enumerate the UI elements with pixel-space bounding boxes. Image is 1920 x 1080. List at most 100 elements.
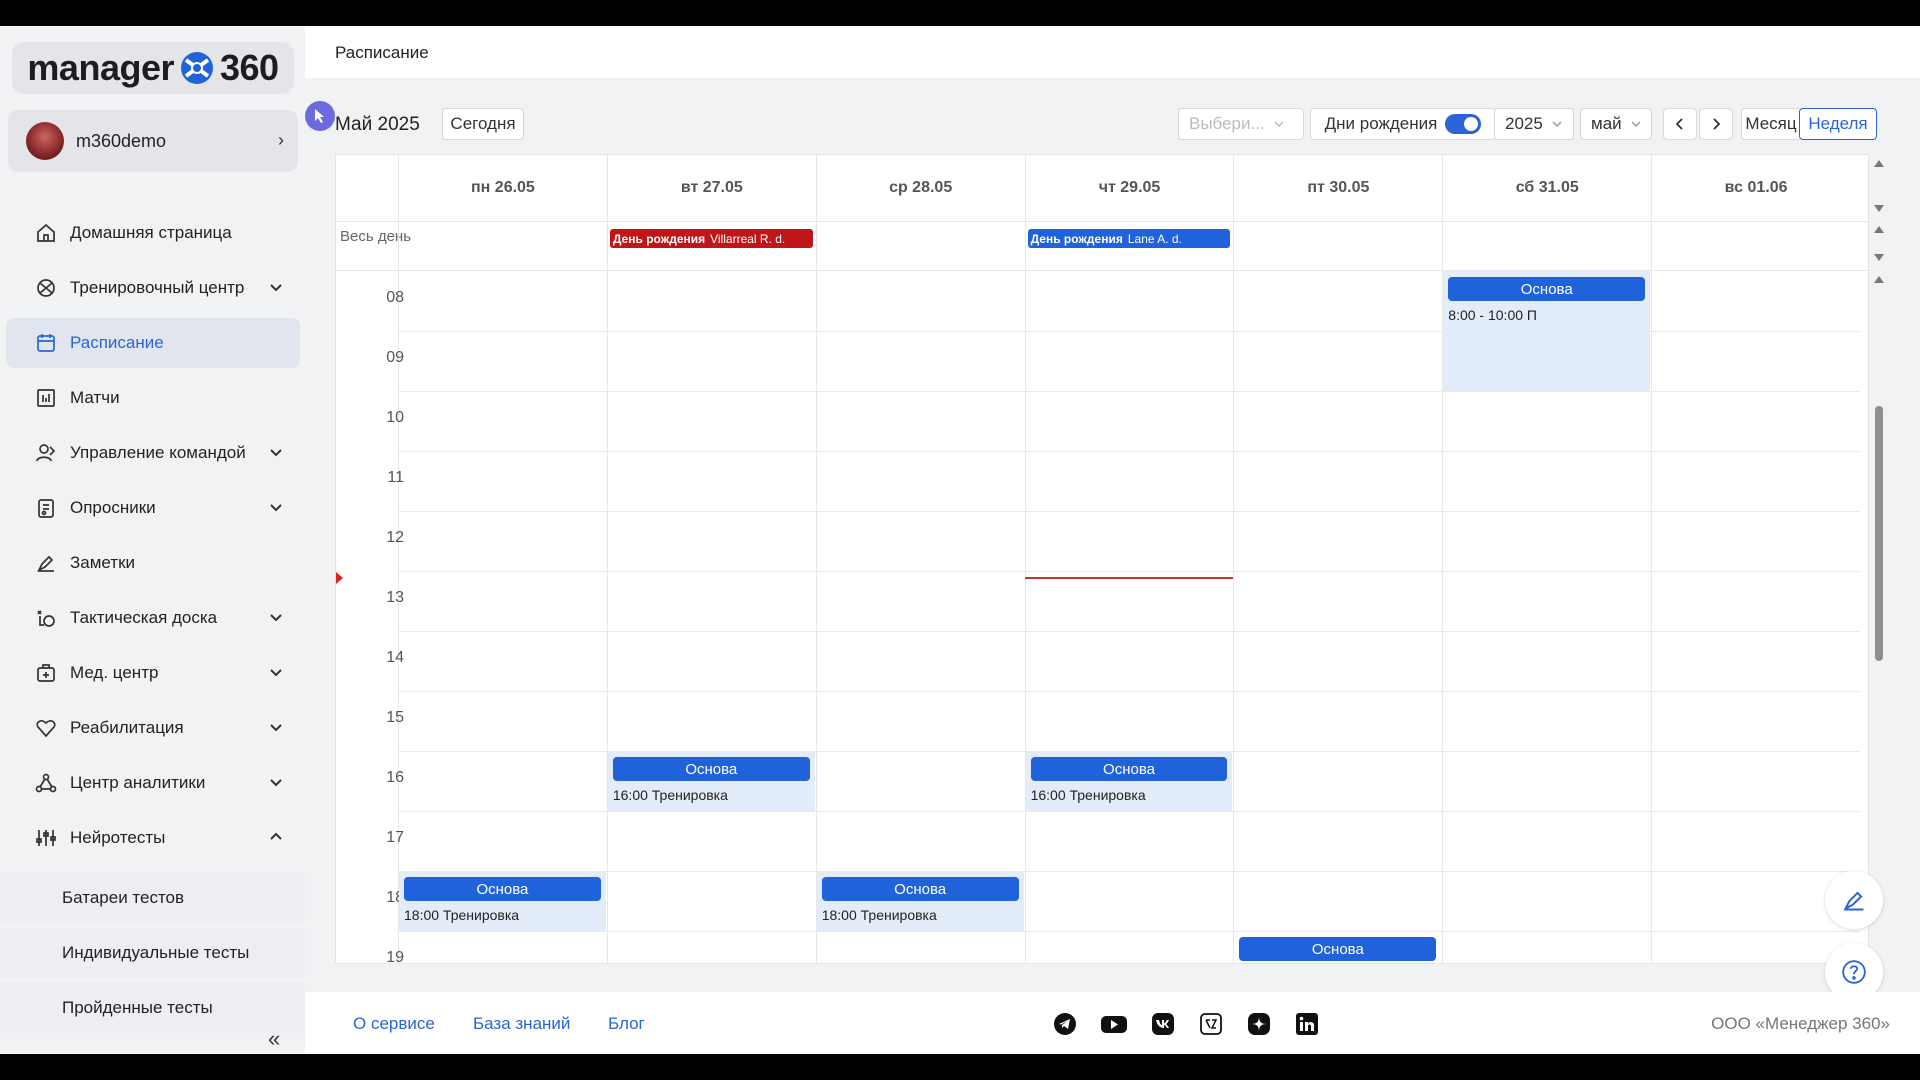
nav-item-notes[interactable]: Заметки [6, 538, 300, 588]
day-header[interactable]: пт 30.05 [1233, 155, 1442, 221]
scroll-up-icon[interactable] [1874, 160, 1884, 167]
birthdays-label: Дни рождения [1324, 114, 1438, 133]
medkit-icon [34, 661, 58, 685]
app-screen: manager 360 m360demo › Домашняя страница… [0, 26, 1920, 1054]
nav-item-neurotests[interactable]: Нейротесты [6, 813, 300, 863]
hour-label: 09 [386, 349, 404, 366]
edit-fab-button[interactable] [1825, 871, 1883, 929]
subnav-label: Батареи тестов [62, 888, 185, 907]
team-select[interactable]: Выбери... [1178, 108, 1304, 140]
linkedin-icon[interactable] [1295, 1012, 1319, 1036]
scroll-up-icon[interactable] [1874, 226, 1884, 233]
current-month-title: Май 2025 [335, 114, 420, 135]
day-header[interactable]: вт 27.05 [606, 155, 816, 221]
calendar-scrollbar[interactable] [1875, 406, 1883, 661]
view-week-button[interactable]: Неделя [1799, 108, 1877, 140]
hour-gridline [398, 511, 1861, 512]
day-header[interactable]: вс 01.06 [1651, 155, 1860, 221]
nav-item-matches[interactable]: Матчи [6, 373, 300, 423]
tactics-icon [34, 606, 58, 630]
footer-link-knowledge-base[interactable]: База знаний [473, 1014, 570, 1034]
event-title[interactable]: Основа [1030, 757, 1228, 781]
yandex-zen-icon[interactable] [1199, 1012, 1223, 1036]
event-title[interactable]: Основа [612, 757, 810, 781]
nav-item-tactics-board[interactable]: Тактическая доска [6, 593, 300, 643]
birthday-event[interactable]: День рождения Villarreal R. d. [609, 229, 813, 248]
event-title[interactable]: Основа [404, 877, 601, 901]
prev-button[interactable] [1663, 108, 1697, 140]
heart-icon [34, 716, 58, 740]
chevron-right-icon [1713, 118, 1721, 130]
day-header[interactable]: сб 31.05 [1442, 155, 1651, 221]
today-button[interactable]: Сегодня [442, 108, 524, 140]
next-button[interactable] [1699, 108, 1733, 140]
view-month-button[interactable]: Месяц [1741, 108, 1801, 140]
collapse-sidebar-icon[interactable]: « [268, 1026, 280, 1052]
nav-label: Заметки [70, 553, 136, 572]
logo[interactable]: manager 360 [12, 42, 294, 94]
chevron-down-icon [270, 449, 282, 457]
user-menu[interactable]: m360demo › [8, 110, 298, 172]
nav-label: Домашняя страница [70, 223, 232, 242]
day-header[interactable]: пн 26.05 [398, 155, 607, 221]
month-select[interactable]: май [1580, 108, 1652, 140]
hour-label: 11 [387, 469, 404, 486]
nav-item-team-management[interactable]: Управление командой [6, 428, 300, 478]
logo-text-left: manager [27, 47, 174, 88]
footer-link-blog[interactable]: Блог [608, 1014, 645, 1034]
telegram-icon[interactable] [1053, 1012, 1077, 1036]
nav-label: Реабилитация [70, 718, 184, 737]
year-value: 2025 [1505, 114, 1543, 133]
avatar [26, 122, 64, 160]
dzen-star-icon[interactable] [1247, 1012, 1271, 1036]
hour-gridline [398, 871, 1861, 872]
vk-icon[interactable] [1151, 1012, 1175, 1036]
pen-icon [34, 551, 58, 575]
nav-label: Расписание [70, 333, 164, 352]
month-value: май [1591, 114, 1622, 133]
chevron-down-icon [1631, 121, 1641, 128]
event-time: 8:00 - 10:00 П [1448, 307, 1537, 323]
birthday-name: Villarreal R. d. [710, 231, 786, 246]
event-title[interactable]: Основа [1448, 277, 1646, 301]
subnav-item-individual-tests[interactable]: Индивидуальные тесты [0, 928, 305, 978]
hour-label: 08 [386, 289, 404, 306]
calendar-icon [34, 331, 58, 355]
nav-label: Мед. центр [70, 663, 159, 682]
hour-gridline [398, 391, 1861, 392]
birthdays-toggle[interactable]: Дни рождения [1310, 108, 1496, 140]
hour-gridline [398, 451, 1861, 452]
question-icon [1842, 960, 1866, 984]
nav-item-training-center[interactable]: Тренировочный центр [6, 263, 300, 313]
current-time-marker-icon [336, 572, 343, 584]
youtube-icon[interactable] [1100, 1012, 1128, 1036]
nav-item-schedule[interactable]: Расписание [6, 318, 300, 368]
event-title[interactable]: Основа [1239, 937, 1437, 961]
nav-item-home[interactable]: Домашняя страница [6, 208, 300, 258]
day-column-divider [1024, 221, 1026, 963]
nav-item-analytics-center[interactable]: Центр аналитики [6, 758, 300, 808]
birthday-label: День рождения [612, 231, 706, 246]
subnav-item-test-batteries[interactable]: Батареи тестов [0, 873, 305, 923]
user-name: m360demo [76, 130, 167, 151]
year-select[interactable]: 2025 [1494, 108, 1574, 140]
birthdays-switch[interactable] [1445, 114, 1482, 134]
nav-label: Центр аналитики [70, 773, 206, 792]
chevron-down-icon [270, 284, 282, 292]
subnav-item-completed-tests[interactable]: Пройденные тесты [0, 983, 305, 1033]
day-header[interactable]: чт 29.05 [1024, 155, 1234, 221]
birthday-event[interactable]: День рождения Lane A. d. [1027, 229, 1231, 248]
nav-item-questionnaires[interactable]: Опросники [6, 483, 300, 533]
day-header[interactable]: ср 28.05 [815, 155, 1025, 221]
nav-item-rehabilitation[interactable]: Реабилитация [6, 703, 300, 753]
scroll-down-icon[interactable] [1874, 254, 1884, 261]
event-time: 18:00 Тренировка [821, 907, 937, 923]
hour-label: 10 [386, 409, 404, 426]
event-title[interactable]: Основа [821, 877, 1019, 901]
footer-link-about[interactable]: О сервисе [353, 1014, 435, 1034]
scroll-down-icon[interactable] [1874, 205, 1884, 212]
event-time: 16:00 Тренировка [612, 787, 728, 803]
day-column-divider [1233, 221, 1235, 963]
scroll-up-icon[interactable] [1874, 276, 1884, 283]
nav-item-medical-center[interactable]: Мед. центр [6, 648, 300, 698]
